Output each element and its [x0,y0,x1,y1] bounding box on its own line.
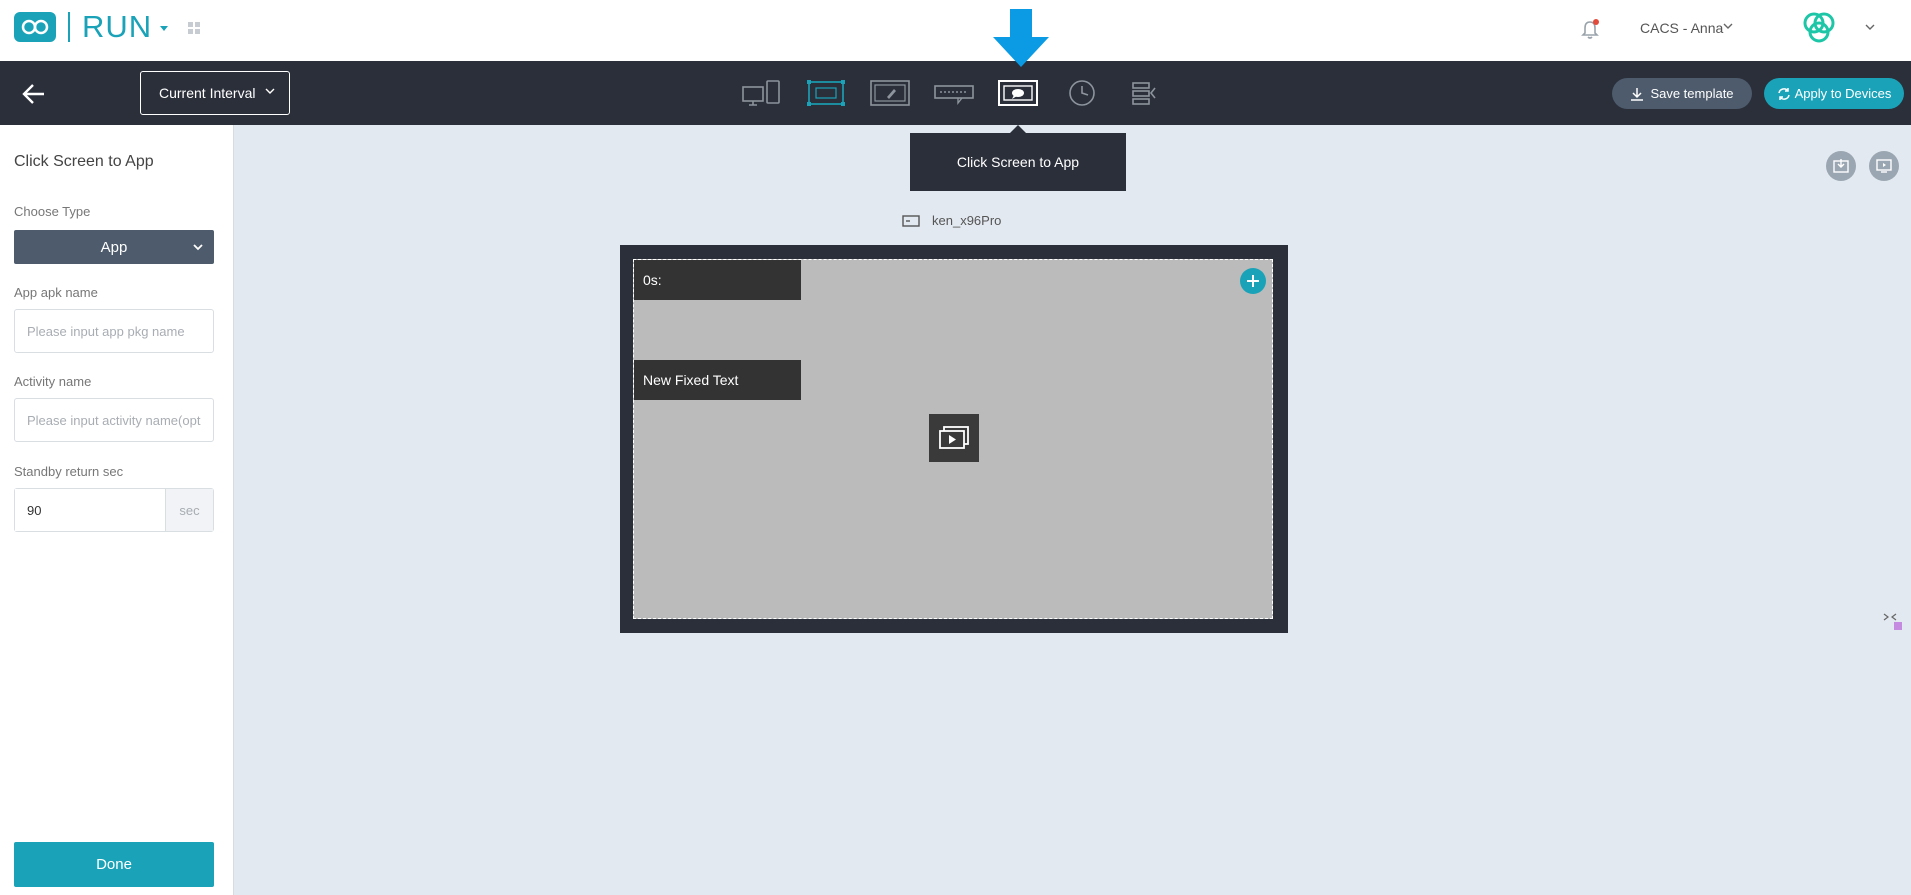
add-region-button[interactable] [1240,268,1266,294]
layers-icon[interactable] [1130,77,1158,109]
standby-return-input[interactable] [15,489,165,531]
logo-divider [68,12,70,42]
choose-type-label: Choose Type [14,204,91,219]
chevron-down-icon[interactable] [1722,20,1734,32]
devices-icon[interactable] [742,77,782,109]
media-placeholder-icon [929,414,979,462]
tool-tooltip: Click Screen to App [910,125,1126,191]
app-switcher-caret-icon[interactable] [160,26,168,31]
back-arrow-icon[interactable] [20,80,48,108]
apps-grid-icon[interactable] [188,22,200,34]
device-label: ken_x96Pro [902,213,1001,228]
brand-logo-icon[interactable] [1798,10,1840,46]
chevron-down-icon [265,88,275,94]
apk-name-input[interactable] [14,309,214,353]
notification-bell-icon[interactable] [1578,18,1602,42]
save-template-label: Save template [1650,86,1734,101]
standby-unit: sec [165,489,213,531]
apk-name-label: App apk name [14,285,98,300]
edit-frame-icon[interactable] [870,77,910,109]
app-name: RUN [82,9,153,44]
pointer-arrow-icon [993,9,1049,67]
screen-app-icon[interactable] [998,77,1038,109]
properties-panel: Click Screen to App Choose Type App App … [0,125,234,895]
device-box-icon [902,214,920,227]
interval-label: Current Interval [159,85,256,101]
fixed-text-block[interactable]: New Fixed Text [634,360,801,400]
standby-return-group: sec [14,488,214,532]
type-dropdown[interactable]: App [14,230,214,264]
interval-dropdown[interactable]: Current Interval [140,71,290,115]
panel-title: Click Screen to App [14,153,154,170]
activity-name-input[interactable] [14,398,214,442]
text-scroll-icon[interactable] [806,77,846,109]
save-template-button[interactable]: Save template [1612,78,1752,109]
clock-icon[interactable] [1068,77,1096,109]
apply-to-devices-label: Apply to Devices [1794,86,1892,101]
screen-frame: 0s: New Fixed Text [620,245,1288,633]
done-button[interactable]: Done [14,842,214,887]
collapse-handle-icon[interactable] [1882,610,1904,634]
timer-block[interactable]: 0s: [634,260,801,300]
download-icon [1631,87,1644,101]
apply-to-devices-button[interactable]: Apply to Devices [1764,78,1904,109]
type-value: App [100,238,128,256]
user-menu[interactable]: CACS - Anna [1640,20,1723,36]
screen-canvas[interactable]: 0s: New Fixed Text [633,259,1273,619]
marquee-icon[interactable] [934,77,974,109]
logo-icon[interactable] [14,12,56,42]
top-bar: RUN CACS - Anna [0,0,1911,61]
device-name: ken_x96Pro [932,213,1002,228]
chevron-down-icon[interactable] [1864,21,1876,33]
plus-icon [1247,275,1259,287]
chevron-down-icon [193,244,203,251]
sync-icon [1777,87,1790,100]
editor-toolbar: Current Interval Save template Apply to … [0,61,1911,125]
activity-name-label: Activity name [14,374,92,389]
standby-return-label: Standby return sec [14,464,124,479]
import-icon[interactable] [1826,151,1856,181]
preview-screen-icon[interactable] [1869,151,1899,181]
